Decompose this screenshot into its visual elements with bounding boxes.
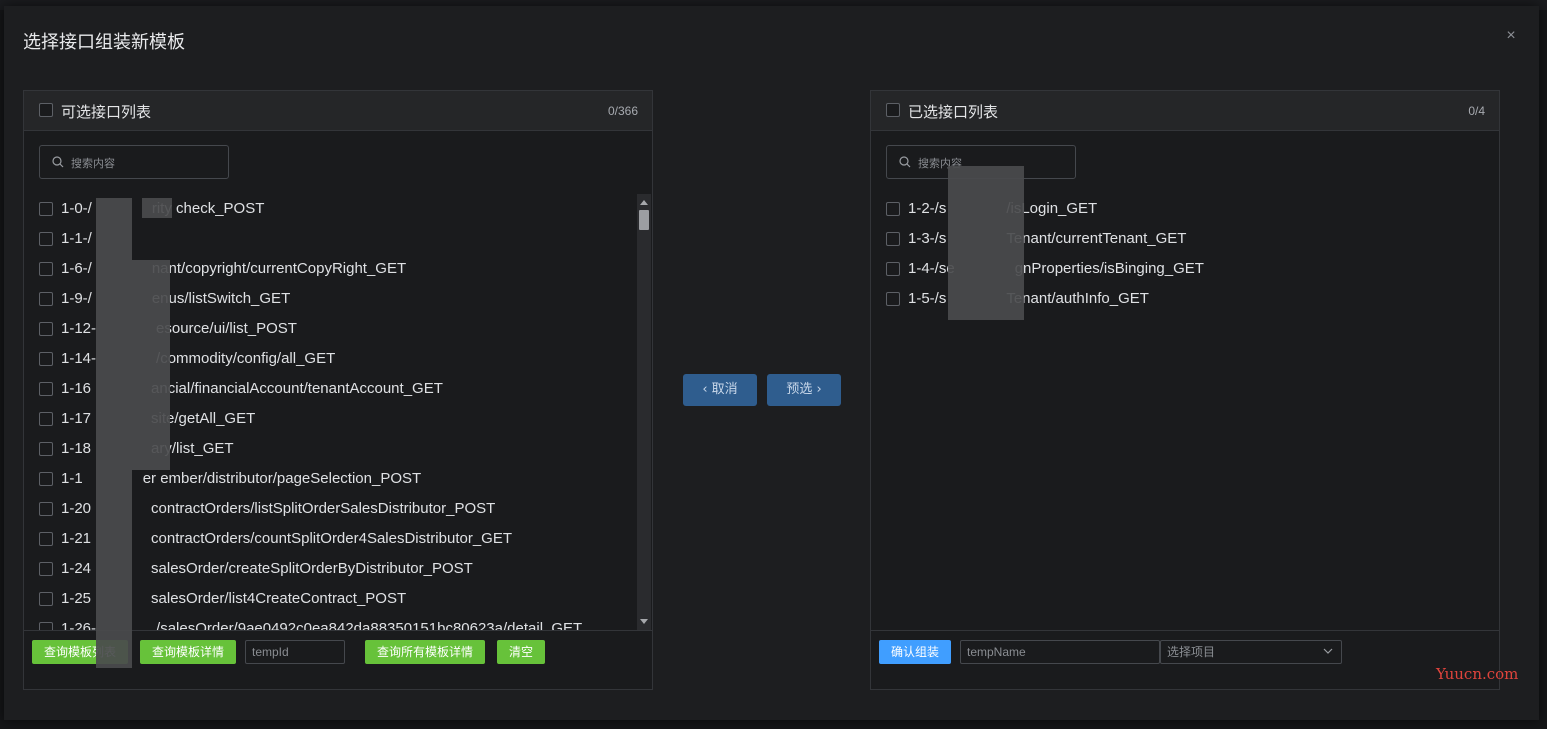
chevron-left-icon: ‹ (702, 382, 712, 397)
cancel-label: 取消 (711, 382, 738, 397)
chevron-right-icon: › (812, 382, 822, 397)
right-panel-footer: 确认组装 选择项目 (871, 630, 1499, 672)
item-label: 1-5-/s Tenant/authInfo_GET (908, 290, 1149, 307)
item-suffix: er ember/distributor/pageSelection_POST (142, 470, 422, 487)
item-checkbox[interactable] (39, 532, 53, 546)
item-checkbox[interactable] (39, 442, 53, 456)
item-prefix: 1-20 (61, 500, 92, 517)
list-scrollbar[interactable] (637, 194, 651, 630)
item-prefix: 1-1 (61, 470, 83, 487)
item-suffix: contractOrders/listSplitOrderSalesDistri… (151, 500, 496, 517)
search-icon (899, 156, 911, 168)
item-suffix: /commodity/config/all_GET (156, 350, 336, 367)
item-checkbox[interactable] (39, 412, 53, 426)
item-prefix: 1-17 (61, 410, 92, 427)
item-prefix: 1-3-/s (908, 230, 947, 247)
item-prefix: 1-1-/ (61, 230, 92, 247)
tempname-input[interactable] (960, 640, 1160, 664)
item-suffix: enus/listSwitch_GET (151, 290, 291, 307)
confirm-assemble-button[interactable]: 确认组装 (879, 640, 951, 664)
item-prefix: 1-16 (61, 380, 92, 397)
preselect-label: 预选 (786, 382, 813, 397)
item-checkbox[interactable] (39, 292, 53, 306)
panel-header: 可选接口列表 0/366 (24, 91, 652, 131)
item-prefix: 1-18 (61, 440, 92, 457)
item-prefix: 1-9-/ (61, 290, 92, 307)
item-checkbox[interactable] (886, 292, 900, 306)
privacy-blur (132, 260, 170, 470)
search-field[interactable] (39, 145, 229, 179)
selection-count: 0/366 (607, 104, 638, 118)
item-suffix: salesOrder/createSplitOrderByDistributor… (151, 560, 473, 577)
tempid-input[interactable] (245, 640, 345, 664)
query-template-detail-button[interactable]: 查询模板详情 (140, 640, 236, 664)
item-suffix: /salesOrder/9ae0492c0ea842da88350151bc80… (156, 620, 583, 630)
item-prefix: 1-14- (61, 350, 97, 367)
scroll-thumb[interactable] (639, 210, 649, 230)
item-checkbox[interactable] (39, 262, 53, 276)
item-prefix: 1-24 (61, 560, 92, 577)
item-suffix: Tenant/currentTenant_GET (1006, 230, 1187, 247)
item-suffix: contractOrders/countSplitOrder4SalesDist… (151, 530, 513, 547)
panel-title: 可选接口列表 (61, 103, 152, 121)
item-suffix: gnProperties/isBinging_GET (1014, 260, 1204, 277)
item-suffix: Tenant/authInfo_GET (1006, 290, 1149, 307)
search-icon (52, 156, 64, 168)
item-prefix: 1-6-/ (61, 260, 92, 277)
item-checkbox[interactable] (39, 202, 53, 216)
privacy-blur (142, 198, 172, 218)
item-prefix: 1-12- (61, 320, 97, 337)
project-select[interactable]: 选择项目 (1160, 640, 1342, 664)
item-checkbox[interactable] (886, 262, 900, 276)
chevron-down-icon (1323, 648, 1333, 654)
item-checkbox[interactable] (886, 202, 900, 216)
assemble-template-dialog: 选择接口组装新模板 × 可选接口列表 0/366 1-0-/rity check… (4, 6, 1539, 720)
item-label: 1-26- /salesOrder/9ae0492c0ea842da8835015… (61, 620, 582, 630)
select-all-checkbox[interactable] (886, 103, 900, 117)
query-all-template-details-button[interactable]: 查询所有模板详情 (365, 640, 485, 664)
dialog-title: 选择接口组装新模板 (23, 32, 185, 53)
scroll-down-icon[interactable] (640, 619, 648, 624)
item-checkbox[interactable] (39, 352, 53, 366)
item-checkbox[interactable] (39, 472, 53, 486)
item-checkbox[interactable] (39, 382, 53, 396)
selection-count: 0/4 (1468, 104, 1485, 118)
item-checkbox[interactable] (39, 592, 53, 606)
item-suffix: ancial/financialAccount/tenantAccount_GE… (151, 380, 443, 397)
privacy-blur (96, 198, 132, 668)
cancel-transfer-button[interactable]: ‹ 取消 (683, 374, 757, 406)
item-prefix: 1-25 (61, 590, 92, 607)
privacy-blur (948, 166, 1024, 320)
select-placeholder: 选择项目 (1167, 645, 1216, 659)
item-prefix: 1-5-/s (908, 290, 947, 307)
item-prefix: 1-0-/ (61, 200, 92, 217)
item-checkbox[interactable] (39, 562, 53, 576)
scroll-up-icon[interactable] (640, 200, 648, 205)
preselect-transfer-button[interactable]: 预选 › (767, 374, 841, 406)
clear-button[interactable]: 清空 (497, 640, 545, 664)
item-checkbox[interactable] (39, 622, 53, 630)
item-suffix: nant/copyright/currentCopyRight_GET (151, 260, 407, 277)
item-prefix: 1-26- (61, 620, 97, 630)
item-checkbox[interactable] (39, 232, 53, 246)
item-prefix: 1-2-/s (908, 200, 947, 217)
panel-header: 已选接口列表 0/4 (871, 91, 1499, 131)
close-icon[interactable]: × (1501, 26, 1521, 46)
item-suffix: esource/ui/list_POST (156, 320, 297, 337)
item-prefix: 1-21 (61, 530, 92, 547)
select-all-checkbox[interactable] (39, 103, 53, 117)
item-checkbox[interactable] (39, 502, 53, 516)
search-input[interactable] (71, 153, 221, 173)
item-suffix: salesOrder/list4CreateContract_POST (151, 590, 407, 607)
watermark: Yuucn.com (1436, 665, 1519, 683)
panel-title: 已选接口列表 (908, 103, 999, 121)
item-checkbox[interactable] (886, 232, 900, 246)
item-checkbox[interactable] (39, 322, 53, 336)
